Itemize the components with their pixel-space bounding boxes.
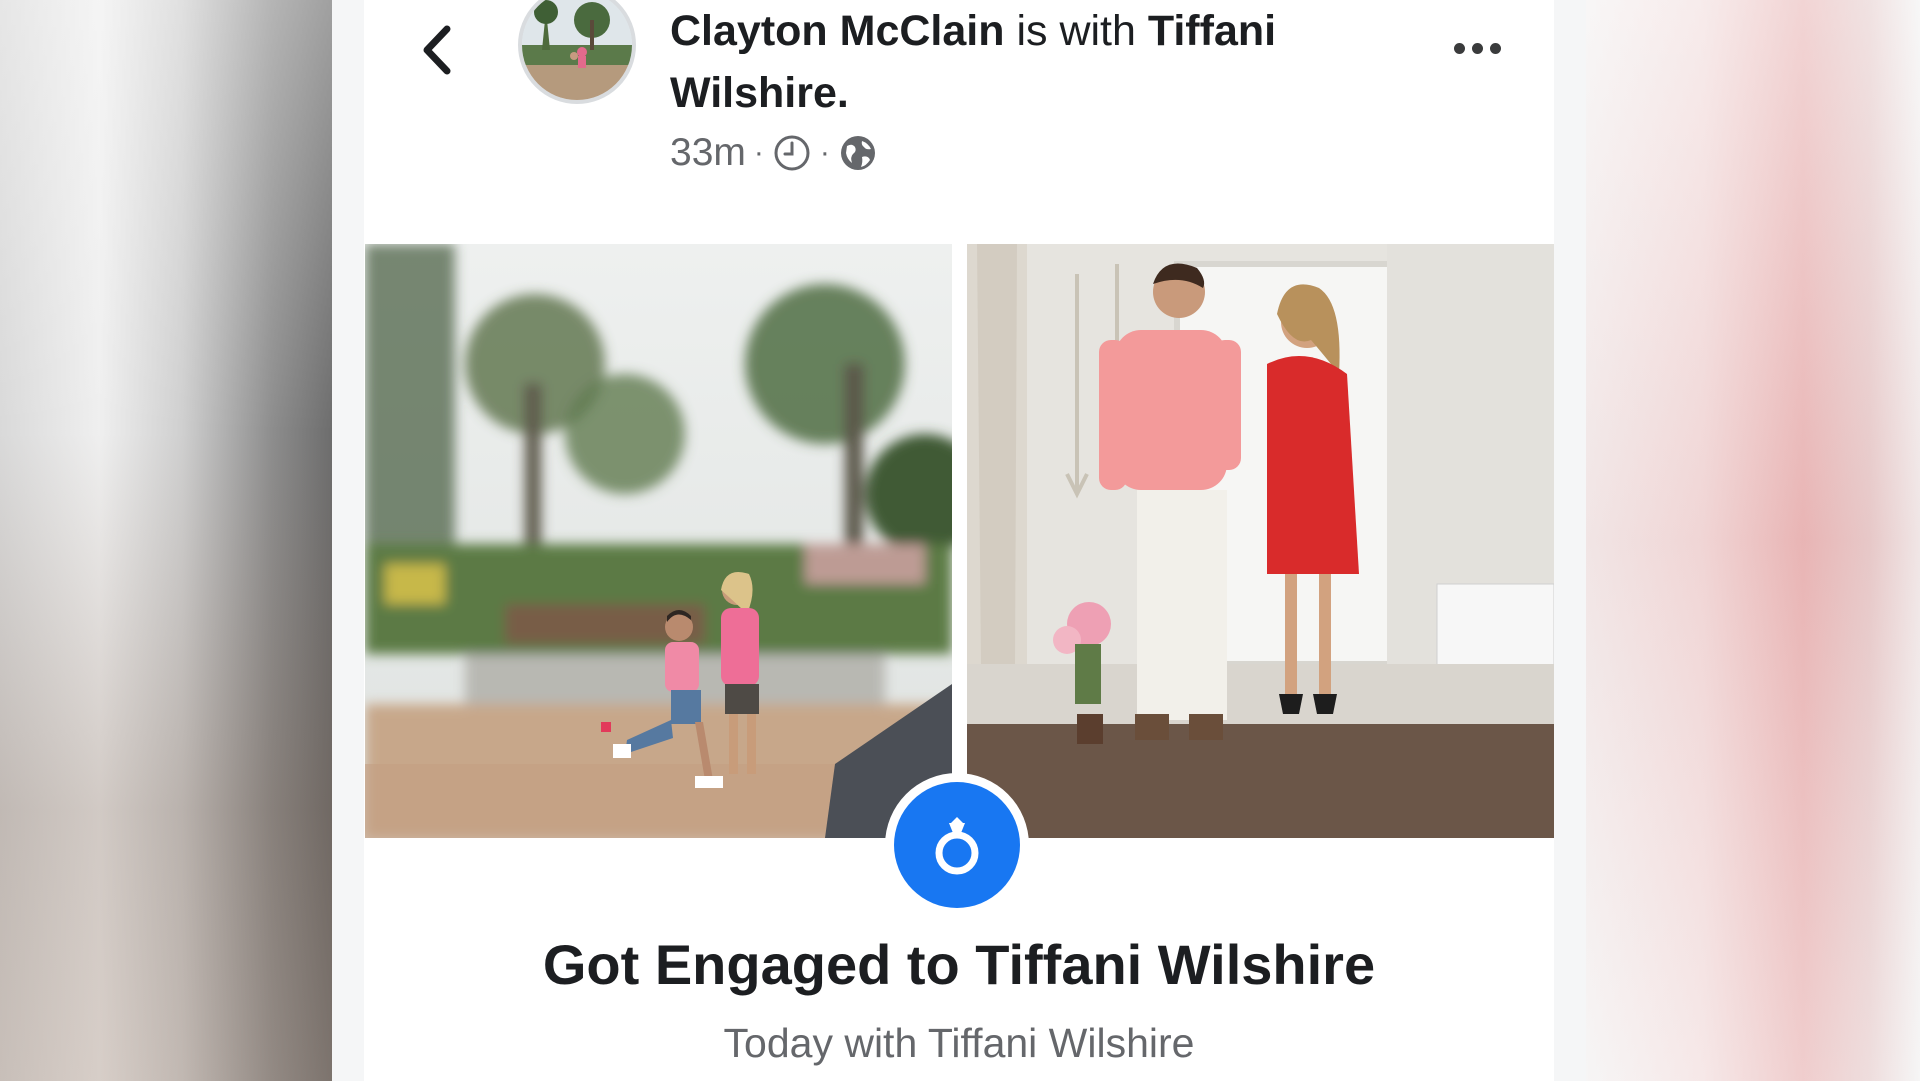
feed-gutter-left	[332, 0, 364, 1081]
more-options-button[interactable]	[1442, 30, 1512, 66]
facebook-post: Clayton McClain is with Tiffani Wilshire…	[332, 0, 1586, 1081]
couple-photo-image	[967, 244, 1554, 838]
engagement-ring-icon	[935, 817, 979, 875]
life-event-badge-inner	[894, 782, 1020, 908]
blurred-background-right	[1586, 0, 1920, 1081]
with-connector-text: is with	[1016, 7, 1136, 55]
post-meta: 33m · ·	[670, 128, 878, 178]
separator-dot: ·	[753, 136, 764, 169]
more-dot-icon	[1453, 42, 1465, 54]
more-dot-icon	[1471, 42, 1483, 54]
post-timestamp[interactable]: 33m	[670, 131, 746, 175]
avatar-image	[522, 0, 632, 100]
separator-dot: ·	[819, 136, 830, 169]
life-event-badge	[885, 773, 1029, 917]
life-event-title[interactable]: Got Engaged to Tiffani Wilshire	[364, 930, 1554, 1000]
post-header: Clayton McClain is with Tiffani Wilshire…	[670, 0, 1320, 124]
author-avatar[interactable]	[518, 0, 636, 104]
proposal-photo[interactable]	[365, 244, 952, 838]
life-event-subtitle: Today with Tiffani Wilshire	[723, 1020, 1195, 1066]
globe-icon[interactable]	[838, 133, 878, 173]
blurred-background-left	[0, 0, 332, 1081]
clock-icon	[774, 135, 810, 171]
couple-photo[interactable]	[967, 244, 1554, 838]
author-name-link[interactable]: Clayton McClain	[670, 7, 1005, 55]
proposal-photo-image	[365, 244, 952, 838]
back-chevron-icon	[423, 25, 451, 75]
more-dot-icon	[1489, 42, 1501, 54]
feed-gutter-right	[1554, 0, 1586, 1081]
back-button[interactable]	[416, 22, 456, 78]
